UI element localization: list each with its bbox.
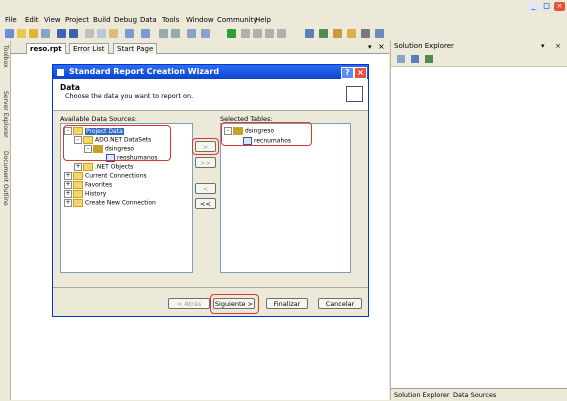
finish-button[interactable]: Finalizar [266,298,308,309]
available-label: Available Data Sources: [60,115,137,123]
highlight-selected-annotation [221,122,312,146]
cancel-button[interactable]: Cancelar [318,298,362,309]
pause-icon[interactable] [241,29,250,38]
undo-icon[interactable] [125,29,134,38]
copy-icon[interactable] [97,29,106,38]
menu-help[interactable]: Help [255,16,271,24]
tree-item-net-objects[interactable]: + .NET Objects [74,163,133,172]
highlight-next-annotation [210,294,259,314]
menu-debug[interactable]: Debug [114,16,137,24]
header-title: Data [60,83,80,92]
wizard-icon [57,69,64,76]
start-debugging-icon[interactable] [227,29,236,38]
object-browser-icon[interactable] [333,29,342,38]
solution-explorer-icon[interactable] [305,29,314,38]
solution-explorer-pane: Solution Explorer ▾ × Solution Explorer … [390,41,567,401]
toolbox-tab[interactable]: Toolbox [1,45,9,68]
close-dialog-button[interactable]: × [354,67,367,79]
data-header-icon [346,86,363,102]
folder-icon [73,199,83,207]
tree-item-favorites[interactable]: + Favorites [64,181,112,190]
folder-icon [73,172,83,180]
tree-item-current-connections[interactable]: + Current Connections [64,172,147,181]
stop-icon[interactable] [253,29,262,38]
class-view-icon[interactable] [375,29,384,38]
save-icon[interactable] [57,29,66,38]
menu-project[interactable]: Project [65,16,89,24]
folder-icon [73,181,83,189]
toolbar [0,27,567,42]
toolbox-icon[interactable] [347,29,356,38]
tree-item-create-new-connection[interactable]: + Create New Connection [64,199,156,208]
step-into-icon[interactable] [265,29,274,38]
tab-start-page[interactable]: Start Page [113,43,158,54]
add-item-icon[interactable] [41,29,50,38]
new-file-icon[interactable] [17,29,26,38]
menu-data[interactable]: Data [140,16,157,24]
highlight-available-annotation [63,125,171,161]
app-title-bar: _ □ × [0,0,567,14]
document-tabs: reso.rpt Error List Start Page ▾ × [11,41,389,54]
folder-icon [73,190,83,198]
menu-window[interactable]: Window [186,16,214,24]
close-pane-icon[interactable]: × [555,41,561,52]
pin-icon[interactable]: ▾ [541,41,545,52]
redo-dropdown-icon[interactable] [201,29,210,38]
server-explorer-tab[interactable]: Server Explorer [1,91,9,138]
menu-build[interactable]: Build [93,16,111,24]
add-all-button[interactable]: >> [195,157,216,168]
tab-dropdown-icon[interactable]: ▾ [368,43,372,51]
close-tab-icon[interactable]: × [378,42,385,51]
step-over-icon[interactable] [277,29,286,38]
open-icon[interactable] [29,29,38,38]
tree-item-history[interactable]: + History [64,190,106,199]
menu-view[interactable]: View [44,16,61,24]
dialog-header: Data Choose the data you want to report … [53,79,368,111]
show-all-files-icon[interactable] [411,55,419,63]
report-wizard-dialog: Standard Report Creation Wizard ? × Data… [52,64,369,317]
minimize-button[interactable]: _ [528,2,539,11]
menu-community[interactable]: Community [217,16,258,24]
close-window-button[interactable]: × [554,2,565,11]
highlight-add-annotation [192,138,219,155]
dialog-title-bar: Standard Report Creation Wizard ? × [53,65,368,79]
properties-icon[interactable] [319,29,328,38]
maximize-button[interactable]: □ [541,2,552,11]
redo-icon[interactable] [141,29,150,38]
cut-icon[interactable] [85,29,94,38]
tab-solution-explorer[interactable]: Solution Explorer [394,391,450,399]
solution-explorer-header: Solution Explorer ▾ × [391,41,567,52]
menu-edit[interactable]: Edit [25,16,39,24]
document-outline-tab[interactable]: Document Outline [1,151,9,206]
solution-explorer-title: Solution Explorer [394,42,454,50]
navigate-forward-icon[interactable] [171,29,180,38]
header-subtitle: Choose the data you want to report on. [65,92,194,100]
remove-table-button[interactable]: < [195,183,216,194]
help-button[interactable]: ? [341,67,354,79]
back-button[interactable]: < Atrás [168,298,210,309]
dialog-title: Standard Report Creation Wizard [69,67,220,76]
solution-explorer-toolbar [391,52,567,67]
remove-all-button[interactable]: << [195,198,216,209]
solution-explorer-bottom-tabs: Solution Explorer Data Sources [391,388,567,401]
navigate-back-icon[interactable] [159,29,168,38]
menu-bar: File Edit View Project Build Debug Data … [0,14,567,27]
save-all-icon[interactable] [69,29,78,38]
start-page-icon[interactable] [361,29,370,38]
paste-icon[interactable] [109,29,118,38]
tab-reso-rpt[interactable]: reso.rpt [26,43,66,54]
tab-error-list[interactable]: Error List [69,43,109,54]
menu-file[interactable]: File [5,16,17,24]
menu-tools[interactable]: Tools [162,16,179,24]
footer-divider [53,287,368,288]
undo-dropdown-icon[interactable] [187,29,196,38]
folder-icon [83,163,93,171]
tab-data-sources[interactable]: Data Sources [453,391,496,399]
properties-icon[interactable] [397,55,405,63]
refresh-icon[interactable] [425,55,433,63]
left-tool-strip: Toolbox Server Explorer Document Outline [0,41,11,400]
new-project-icon[interactable] [5,29,14,38]
